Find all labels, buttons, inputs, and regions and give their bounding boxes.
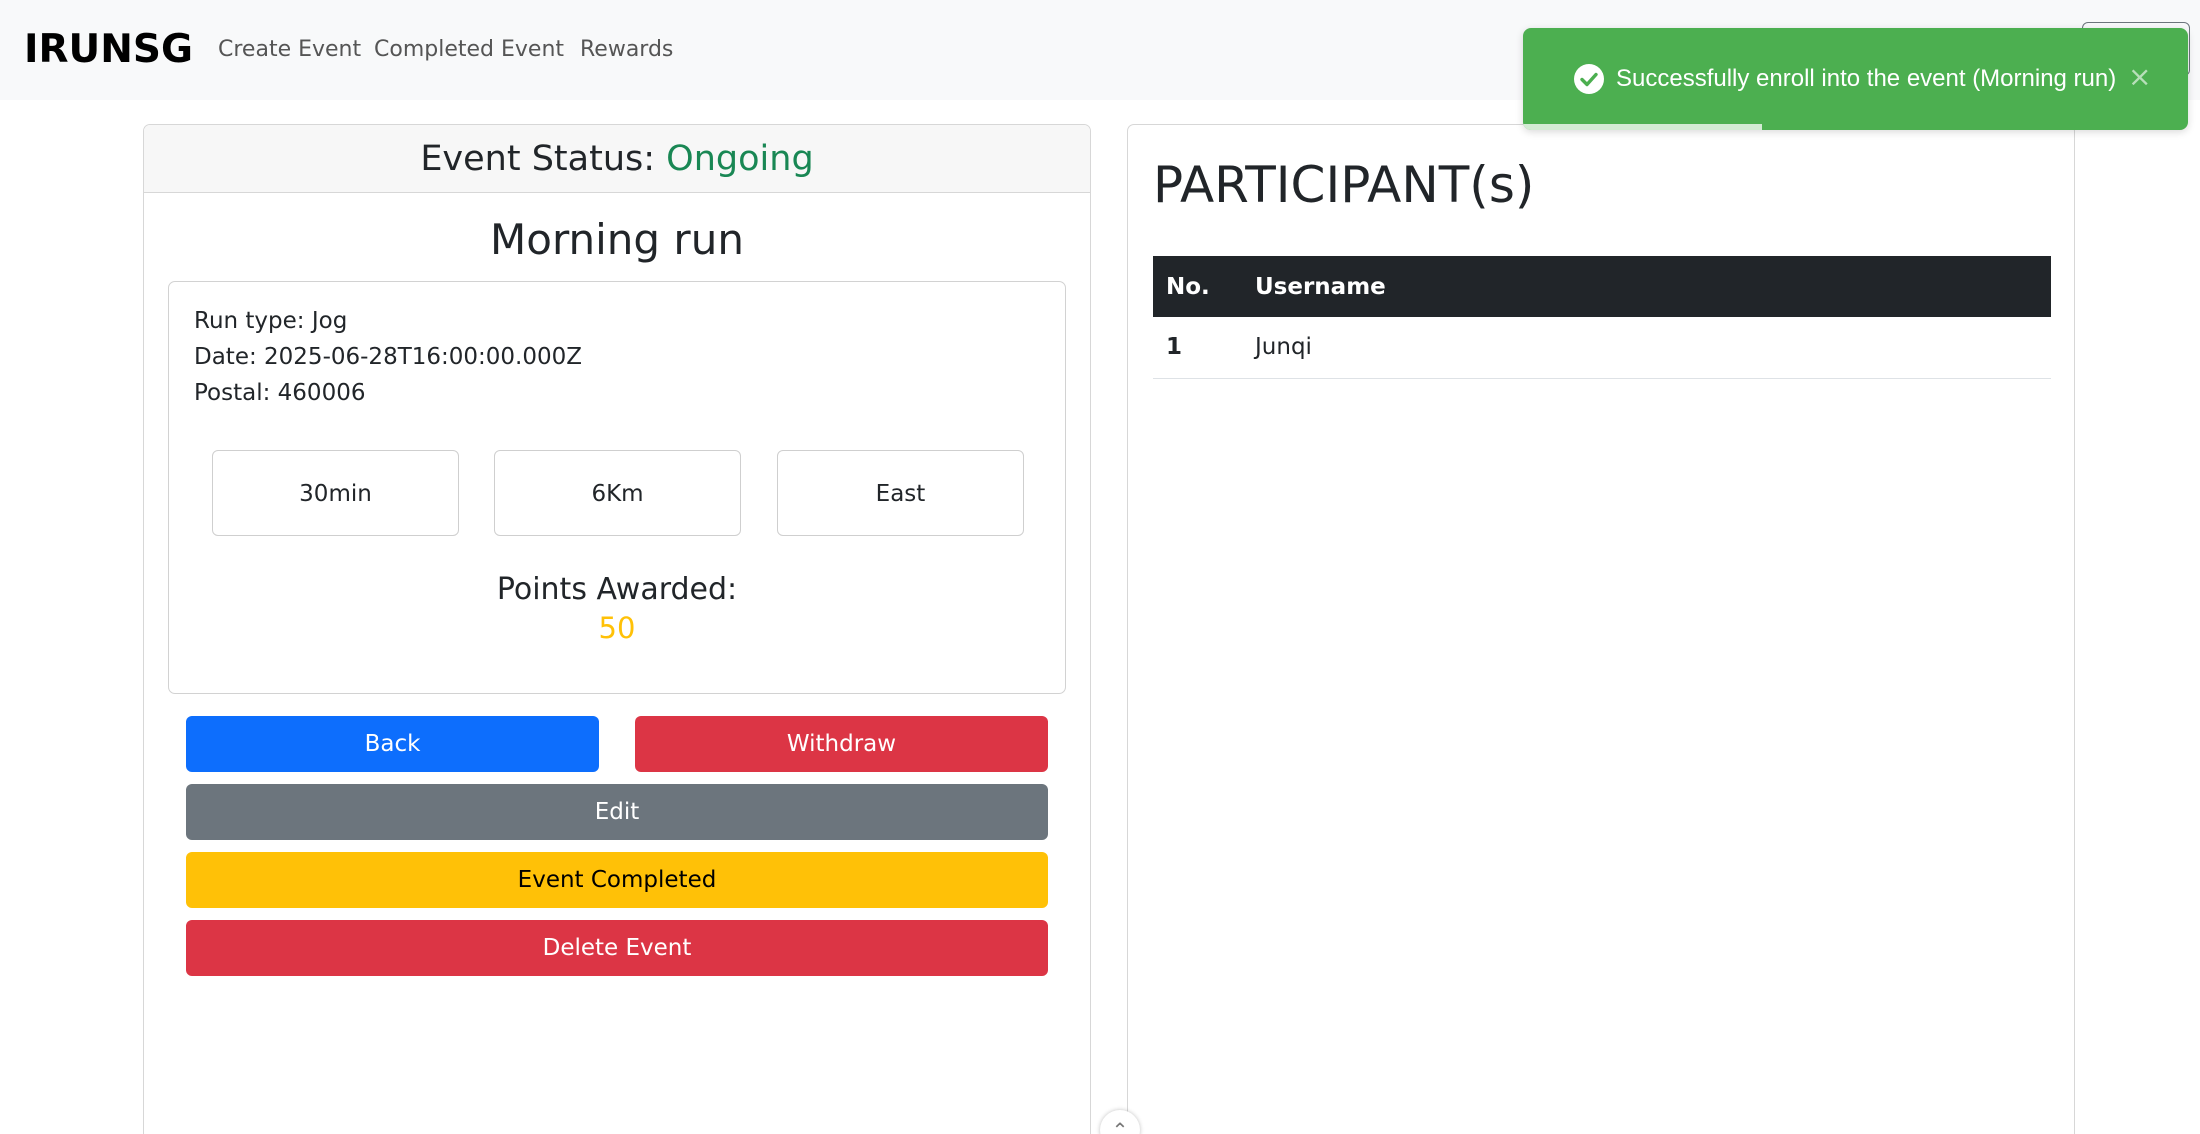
participants-card: PARTICIPANT(s) No. Username 1 Junqi: [1127, 124, 2075, 1134]
column-header-no: No.: [1153, 256, 1242, 317]
event-postal: Postal: 460006: [194, 380, 366, 406]
withdraw-button[interactable]: Withdraw: [635, 716, 1048, 772]
edit-button[interactable]: Edit: [186, 784, 1048, 840]
event-status-label: Event Status:: [420, 139, 656, 179]
points-awarded-label: Points Awarded:: [496, 572, 738, 607]
event-details-box: Run type: Jog Date: 2025-06-28T16:00:00.…: [168, 281, 1066, 694]
region-stat: East: [777, 450, 1024, 536]
duration-stat: 30min: [212, 450, 459, 536]
event-status-value: Ongoing: [666, 139, 814, 179]
participants-table: No. Username 1 Junqi: [1153, 256, 2051, 379]
points-awarded-value: 50: [598, 611, 636, 645]
event-completed-button[interactable]: Event Completed: [186, 852, 1048, 908]
column-header-username: Username: [1242, 256, 2051, 317]
success-toast: Successfully enroll into the event (Morn…: [1523, 28, 2188, 130]
nav-completed-event[interactable]: Completed Event: [374, 32, 564, 68]
check-circle-icon: [1574, 64, 1604, 94]
distance-stat: 6Km: [494, 450, 741, 536]
toast-message: Successfully enroll into the event (Morn…: [1616, 65, 2117, 92]
nav-rewards[interactable]: Rewards: [580, 32, 673, 68]
event-date: Date: 2025-06-28T16:00:00.000Z: [194, 344, 583, 370]
event-title: Morning run: [490, 215, 744, 264]
close-icon[interactable]: ×: [2128, 58, 2151, 96]
participants-title: PARTICIPANT(s): [1153, 156, 1535, 214]
event-status-header: Event Status: Ongoing: [144, 125, 1090, 193]
nav-create-event[interactable]: Create Event: [218, 32, 361, 68]
run-type: Run type: Jog: [194, 308, 348, 334]
table-header-row: No. Username: [1153, 256, 2051, 317]
toast-progress-bar: [1523, 124, 1763, 130]
brand-logo[interactable]: IRUNSG: [24, 22, 193, 78]
row-number: 1: [1153, 317, 1242, 379]
back-button[interactable]: Back: [186, 716, 599, 772]
row-username: Junqi: [1242, 317, 2051, 379]
event-card: Event Status: Ongoing Morning run Run ty…: [143, 124, 1091, 1134]
table-row: 1 Junqi: [1153, 317, 2051, 379]
delete-event-button[interactable]: Delete Event: [186, 920, 1048, 976]
